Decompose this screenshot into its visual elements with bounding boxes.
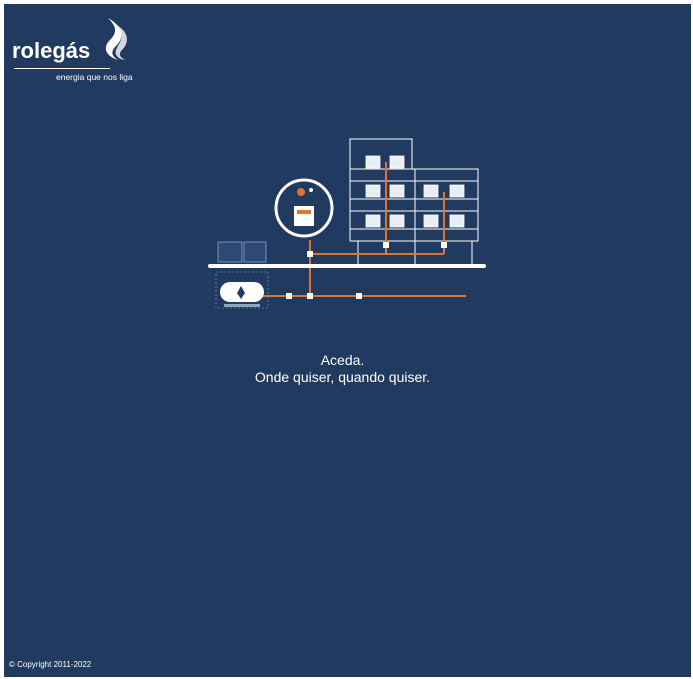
rolegas-logo[interactable]: rolegás energia que nos liga xyxy=(12,16,152,86)
logo-underline xyxy=(14,68,110,69)
app-frame: rolegás energia que nos liga Aceda. Onde… xyxy=(4,4,691,677)
copyright-text: © Copyright 2011-2022 xyxy=(9,660,92,669)
hero-line-2: Onde quiser, quando quiser. xyxy=(254,369,431,385)
hero-message: Aceda. Onde quiser, quando quiser. xyxy=(4,352,681,386)
hero-line-1: Aceda. xyxy=(320,352,365,368)
brand-tagline: energia que nos liga xyxy=(56,72,133,82)
flame-icon xyxy=(105,18,127,60)
gas-network-illustration xyxy=(208,138,486,309)
brand-name: rolegás xyxy=(12,38,91,63)
